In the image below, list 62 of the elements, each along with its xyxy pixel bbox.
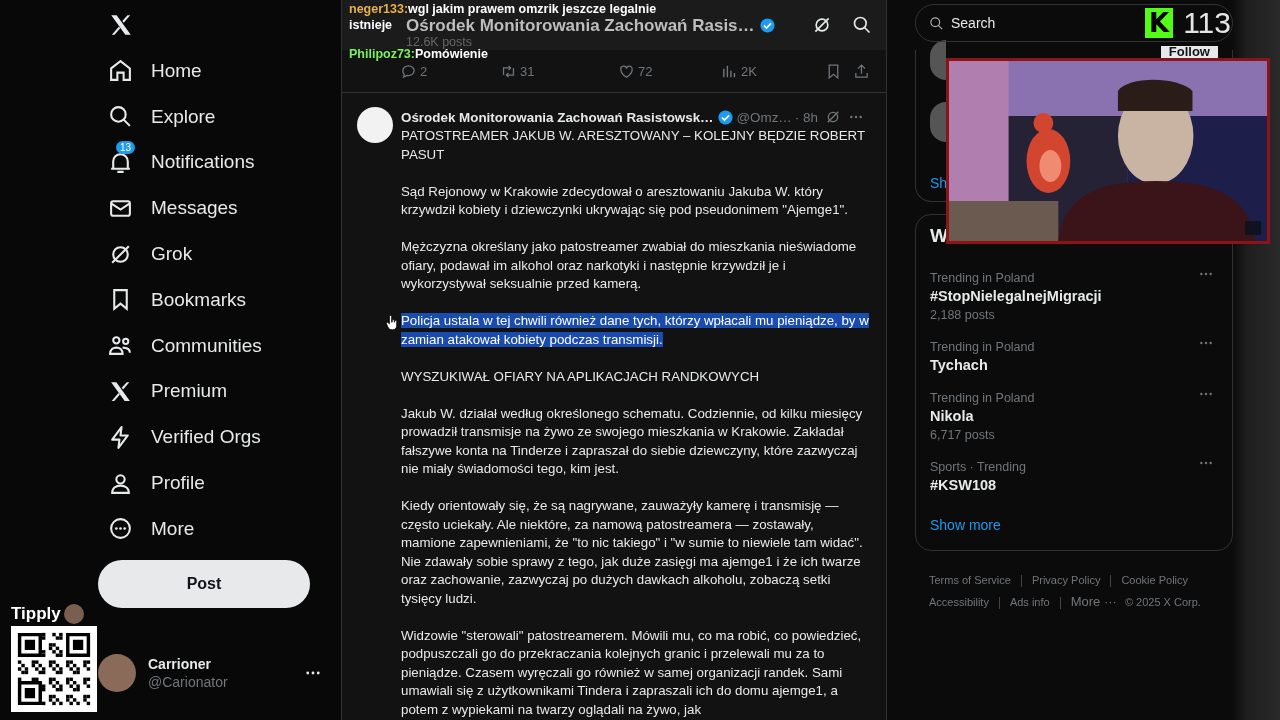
- nav-item[interactable]: Home: [98, 48, 341, 94]
- action-count: 2: [420, 63, 428, 79]
- nav-item[interactable]: Bookmarks: [98, 277, 341, 323]
- footer-link[interactable]: Terms of Service: [929, 574, 1011, 586]
- notification-count: 13: [116, 141, 136, 154]
- post-time: · 8h: [794, 109, 818, 125]
- copyright: © 2025 X Corp.: [1124, 596, 1201, 608]
- trend-item[interactable]: Trending in Poland Nikola 6,717 posts: [930, 383, 1218, 452]
- trend-context: Trending in Poland: [930, 271, 1035, 285]
- nav-item[interactable]: More: [98, 505, 341, 552]
- chat-message: istnieje: [349, 18, 393, 33]
- trend-name: #StopNielegalnejMigracji: [930, 288, 1103, 304]
- show-more-link[interactable]: Sh: [930, 175, 948, 191]
- nav-item[interactable]: Explore: [98, 93, 341, 140]
- nav-item[interactable]: 13 Notifications: [98, 139, 341, 186]
- account-name: Carrioner: [148, 655, 213, 672]
- footer-more-link[interactable]: More ···: [1070, 594, 1117, 609]
- tipply-label: Tipply: [11, 604, 61, 624]
- trend-posts: 6,717 posts: [930, 428, 996, 442]
- post-paragraph: Jakub W. działał według określonego schematu. Codziennie, od kilku miesięcy prowadził transmisje na żywo ze swojego mieszkania w Krakowie. Zakładał fałszywe konta na Tinderze i zapraszał do siebie dziewczyny, które zazwyczaj nie miały świadomości tego, kim jest.: [401, 404, 864, 478]
- author-name[interactable]: Ośrodek Monitorowania Zachowań Rasistowsk…: [401, 109, 714, 125]
- follow-button[interactable]: Follow: [1160, 46, 1218, 58]
- page-title: Ośrodek Monitorowania Zachowań Rasis…: [406, 16, 755, 35]
- post-button[interactable]: Post: [98, 559, 310, 608]
- nav-item[interactable]: Messages: [98, 185, 341, 232]
- chat-message: Philipoz73:Pomówienie: [349, 47, 488, 62]
- post-paragraph: Policja ustala w tej chwili również dane tych, którzy wpłacali mu pieniądze, by w zamian atakował kobiety podczas transmisji.: [401, 312, 870, 349]
- post-count: 12.6K posts: [406, 35, 473, 49]
- footer-link[interactable]: Privacy Policy: [1031, 574, 1101, 586]
- footer-link[interactable]: Ads info: [1009, 596, 1050, 608]
- trend-context: Trending in Poland: [930, 391, 1035, 405]
- trend-item[interactable]: Trending in Poland Tychach: [930, 332, 1218, 383]
- footer-link[interactable]: Accessibility: [929, 596, 989, 608]
- trend-name: Nikola: [930, 408, 975, 424]
- post-paragraph: Widzowie "sterowali" patostreamerem. Mówili mu, co ma robić, co powiedzieć, podpuszczali go do przekraczania kolejnych granic i przelewali mu za to pieniądze. Czasem wyręczali go również w samej organizacji randek. Sami umawiali się z użytkownikami Tindera i zapraszali ich do domu ajemge1, a potem z wypiekami na twarzy oglądali na żywo, jak: [401, 626, 863, 719]
- nav-item[interactable]: Profile: [98, 460, 341, 506]
- action-count: 72: [638, 63, 653, 79]
- chat-message: neger133:wgl jakim prawem omzrik jeszcze legalnie: [349, 2, 657, 17]
- trend-context: Trending in Poland: [930, 340, 1035, 354]
- author-handle[interactable]: @Omz…: [736, 109, 792, 125]
- post-paragraph: Kiedy orientowały się, że są nagrywane, zauważyły kamerę i transmisję — często uciekały. Ale niektóre, za namową patostreamera — zostawały, mamione zapewnieniami, że "to nic takiego" i "w sumie to niewiele tam widać". Nie zdawały sobie sprawy z tego, jak duże zasięgi ma ajemge1 i że ich twarze oraz zachowanie, zazwyczaj po dużych dawkach alkoholu, zobaczą setki tysięcy ludzi.: [401, 497, 864, 608]
- nav-item[interactable]: Grok: [98, 231, 341, 277]
- trend-name: Tychach: [930, 357, 989, 373]
- trend-item[interactable]: Trending in Poland #StopNielegalnejMigracji 2,188 posts: [930, 263, 1218, 332]
- post-paragraph: Mężczyzna określany jako patostreamer zwabiał do mieszkania nieświadome ofiary, podawał im alkohol oraz narkotyki i następnie krzywdził je i wykorzystywał seksualnie przed kamerą.: [401, 238, 858, 293]
- kick-logo: K: [1145, 8, 1174, 38]
- action-count: 2K: [741, 63, 757, 79]
- post-paragraph: PATOSTREAMER JAKUB W. ARESZTOWANY – KOLEJNY BĘDZIE ROBERT PASUT: [401, 127, 866, 164]
- trend-context: Sports · Trending: [930, 460, 1026, 474]
- account-handle: @Carionator: [148, 673, 229, 690]
- trend-item[interactable]: Sports · Trending #KSW108: [930, 452, 1218, 503]
- show-more-link[interactable]: Show more: [930, 517, 1001, 533]
- nav-item[interactable]: Premium: [98, 368, 341, 415]
- post-paragraph: WYSZUKIWAŁ OFIARY NA APLIKACJACH RANDKOWYCH: [401, 367, 761, 386]
- trend-name: #KSW108: [930, 477, 998, 493]
- trend-posts: 2,188 posts: [930, 308, 996, 322]
- footer-link[interactable]: Cookie Policy: [1121, 574, 1189, 586]
- nav-item[interactable]: Verified Orgs: [98, 414, 341, 461]
- action-count: 31: [520, 63, 535, 79]
- post-paragraph: Sąd Rejonowy w Krakowie zdecydował o aresztowaniu Jakuba W. który krzywdził kobiety i dziewczynki ukrywając się pod pseudonimem "Ajemge1".: [401, 182, 849, 219]
- nav-item[interactable]: Communities: [98, 322, 341, 369]
- viewer-count: 113: [1183, 6, 1231, 40]
